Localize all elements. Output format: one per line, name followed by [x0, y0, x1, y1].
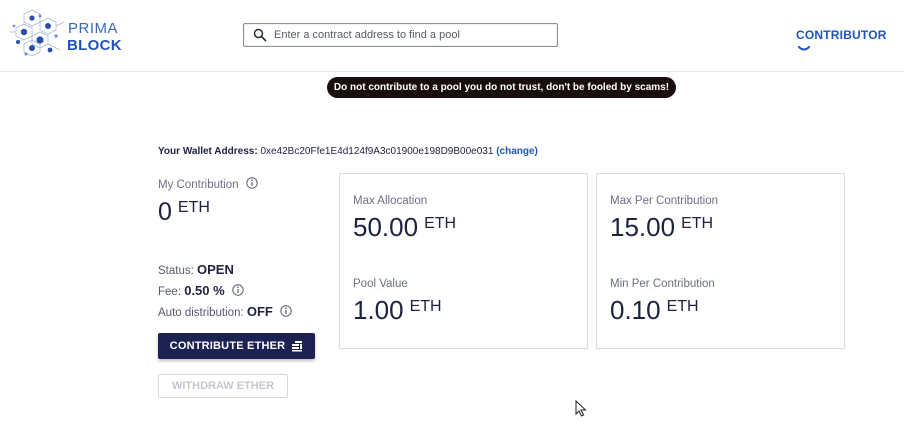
fee-value: 0.50 %: [184, 283, 225, 298]
status-value: OPEN: [197, 262, 234, 277]
pool-value-value: 1.00 ETH: [353, 295, 442, 326]
max-per-contribution-unit: ETH: [681, 215, 714, 232]
wallet-address-row: Your Wallet Address: 0xe42Bc20Ffe1E4d124…: [158, 146, 538, 157]
contract-search-input[interactable]: [274, 24, 554, 46]
search-box: [243, 23, 558, 47]
fee-row: Fee: 0.50 %: [158, 283, 244, 298]
fee-label: Fee:: [158, 286, 182, 298]
contribution-limits-card: Max Per Contribution 15.00 ETH Min Per Co…: [596, 173, 845, 349]
max-allocation-amount: 50.00: [353, 212, 419, 242]
pool-value-unit: ETH: [409, 298, 442, 315]
max-per-contribution-label: Max Per Contribution: [610, 195, 719, 207]
pool-value-amount: 1.00: [353, 295, 404, 325]
auto-distribution-row: Auto distribution: OFF: [158, 304, 292, 319]
min-per-contribution-unit: ETH: [666, 298, 699, 315]
scam-warning-banner: Do not contribute to a pool you do not t…: [327, 77, 676, 98]
info-icon[interactable]: [246, 177, 258, 189]
my-contribution-label-text: My Contribution: [158, 179, 239, 191]
withdraw-ether-button[interactable]: WITHDRAW ETHER: [158, 374, 288, 398]
mouse-cursor-icon: [575, 400, 587, 417]
contributor-menu[interactable]: CONTRIBUTOR: [796, 28, 904, 56]
coins-icon: [292, 341, 303, 352]
my-contribution-unit: ETH: [177, 199, 210, 216]
logo-text-prima: PRIMA: [68, 20, 119, 37]
cube-cluster-icon: [10, 9, 65, 57]
min-per-contribution-amount: 0.10: [610, 295, 661, 325]
auto-distribution-value: OFF: [246, 304, 273, 319]
min-per-contribution-label: Min Per Contribution: [610, 278, 715, 290]
chevron-down-icon: [798, 46, 810, 51]
pool-status-row: Status: OPEN: [158, 262, 234, 277]
wallet-address-value: 0xe42Bc20Ffe1E4d124f9A3c01900e198D9B00e0…: [260, 146, 494, 157]
change-wallet-link[interactable]: (change): [496, 146, 538, 157]
fee-info-icon[interactable]: [232, 284, 244, 296]
logo-text-block: BLOCK: [67, 37, 122, 54]
max-allocation-unit: ETH: [424, 215, 457, 232]
status-label: Status:: [158, 265, 194, 277]
contribute-ether-button[interactable]: CONTRIBUTE ETHER: [158, 333, 315, 359]
prima-block-logo[interactable]: PRIMA BLOCK: [10, 8, 122, 60]
auto-distribution-label: Auto distribution:: [158, 307, 244, 319]
wallet-address-label: Your Wallet Address:: [158, 146, 258, 157]
my-contribution-value: 0 ETH: [158, 198, 210, 227]
my-contribution-label: My Contribution: [158, 177, 258, 191]
my-contribution-amount: 0: [158, 198, 172, 226]
max-per-contribution-value: 15.00 ETH: [610, 212, 713, 243]
app-header: PRIMA BLOCK CONTRIBUTOR: [0, 0, 904, 72]
pool-value-label: Pool Value: [353, 278, 408, 290]
allocation-card: Max Allocation 50.00 ETH Pool Value 1.00 E…: [339, 173, 588, 349]
max-per-contribution-amount: 15.00: [610, 212, 676, 242]
contributor-menu-label: CONTRIBUTOR: [796, 28, 887, 42]
max-allocation-label: Max Allocation: [353, 195, 428, 207]
contribute-ether-label: CONTRIBUTE ETHER: [169, 340, 286, 352]
search-icon: [253, 28, 267, 42]
min-per-contribution-value: 0.10 ETH: [610, 295, 699, 326]
max-allocation-value: 50.00 ETH: [353, 212, 456, 243]
auto-distribution-info-icon[interactable]: [280, 305, 292, 317]
